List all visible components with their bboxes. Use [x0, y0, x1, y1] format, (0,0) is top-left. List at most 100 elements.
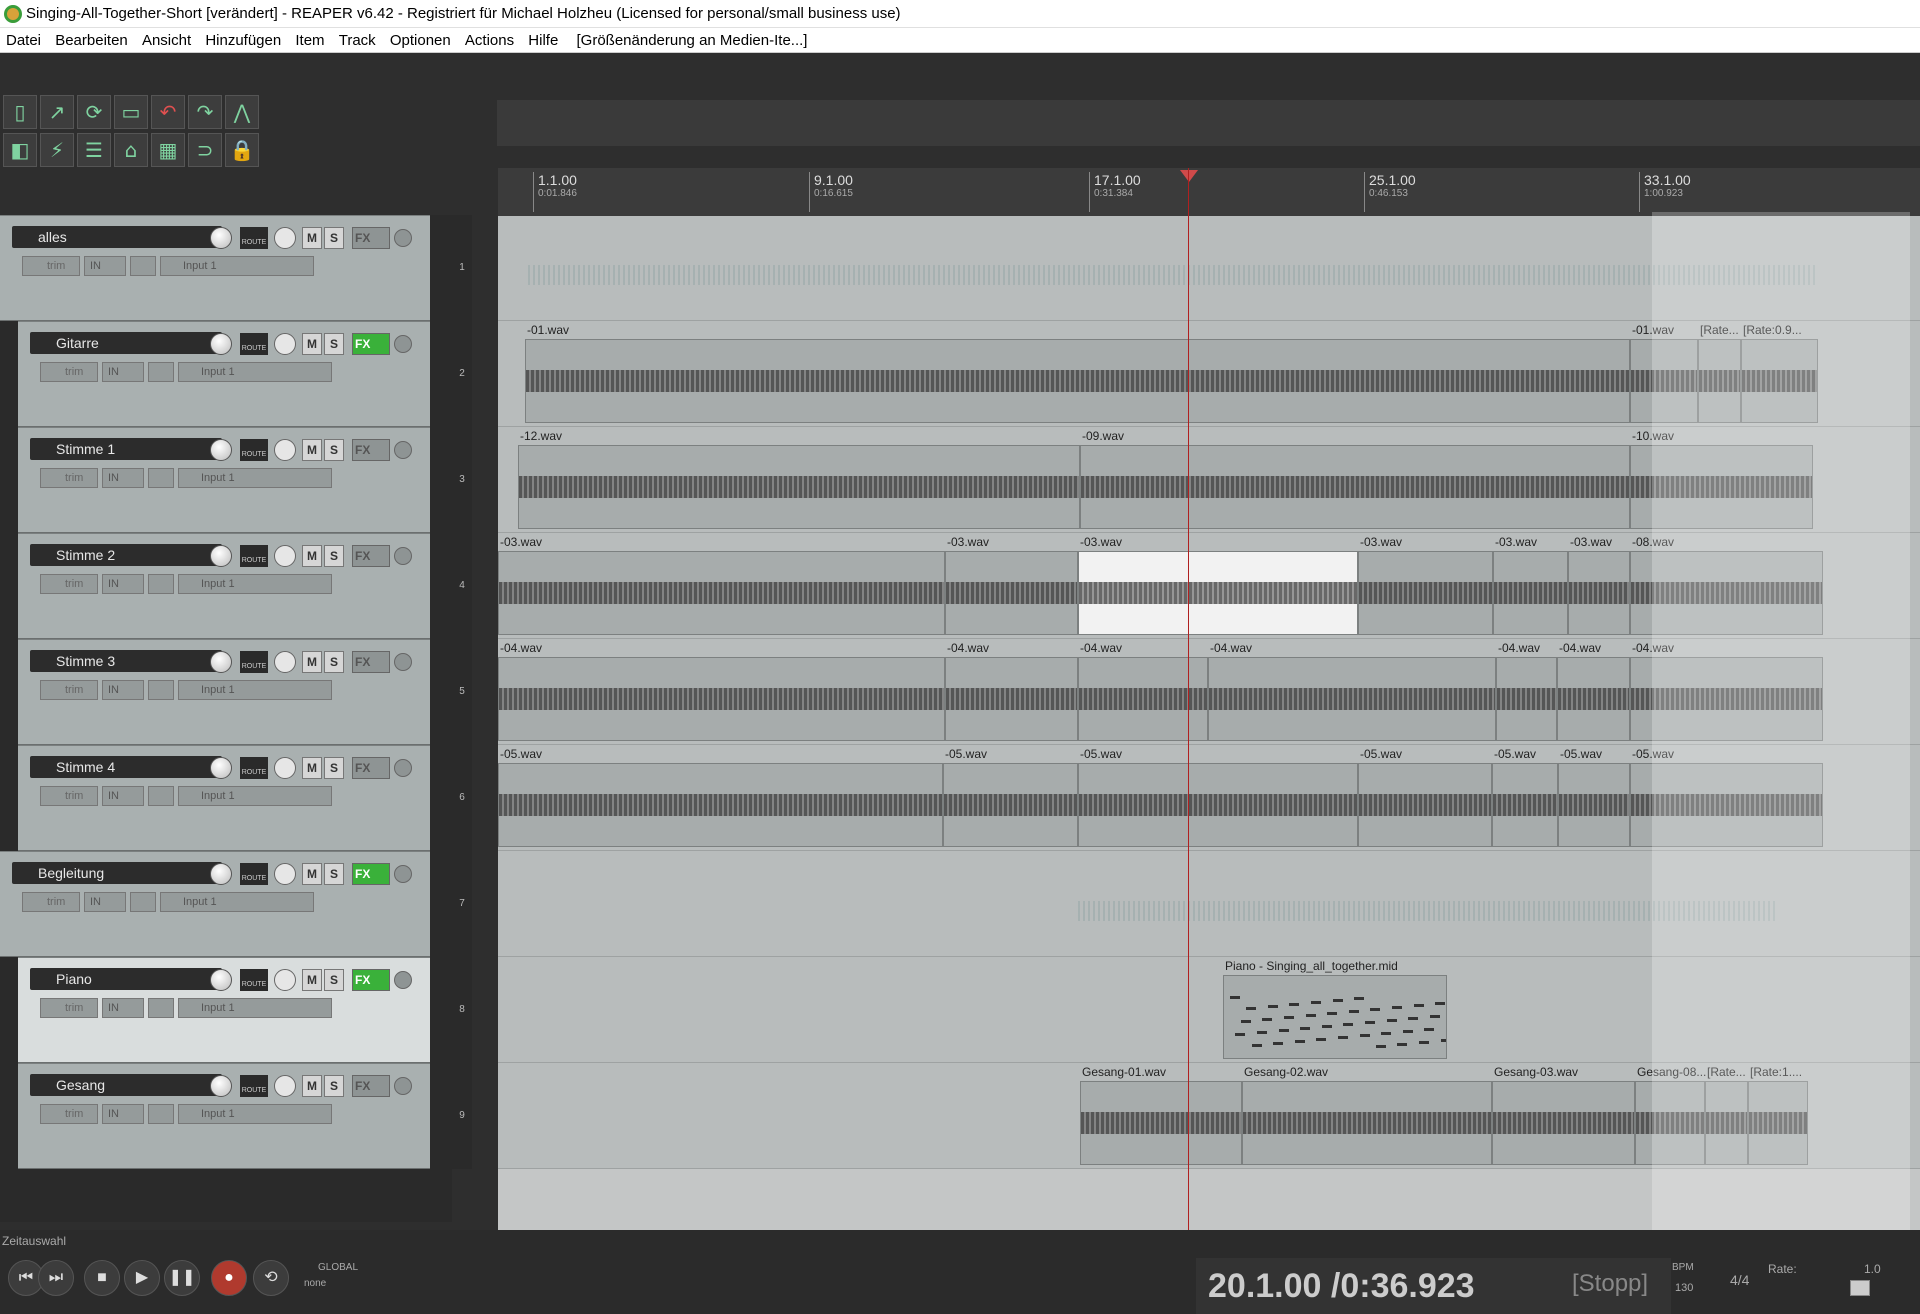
menu-hilfe[interactable]: Hilfe [528, 28, 558, 53]
route-button[interactable]: ROUTE [240, 545, 268, 567]
rate-slider[interactable] [1850, 1280, 1870, 1296]
phase-icon[interactable] [394, 971, 412, 989]
route-button[interactable]: ROUTE [240, 227, 268, 249]
solo-button[interactable]: S [324, 969, 344, 991]
track-name[interactable]: Gitarre [30, 332, 222, 354]
solo-button[interactable]: S [324, 863, 344, 885]
media-item[interactable] [1493, 551, 1568, 635]
menu-optionen[interactable]: Optionen [390, 28, 451, 53]
pause-button[interactable]: ❚❚ [164, 1260, 200, 1296]
phase-icon[interactable] [394, 547, 412, 565]
media-item[interactable] [943, 763, 1078, 847]
solo-button[interactable]: S [324, 439, 344, 461]
menu-actions[interactable]: Actions [465, 28, 514, 53]
pan-knob[interactable] [274, 333, 296, 355]
phase-icon[interactable] [394, 441, 412, 459]
input-select[interactable]: Input 1 [178, 680, 332, 700]
route-button[interactable]: ROUTE [240, 969, 268, 991]
media-item[interactable] [498, 657, 945, 741]
fx-button[interactable]: FX [352, 1075, 390, 1097]
input-monitor-button[interactable]: IN [102, 680, 144, 700]
snap-grid-icon[interactable]: ▦ [151, 133, 185, 167]
volume-knob[interactable] [210, 969, 232, 991]
trim-envelope-button[interactable]: trim [40, 680, 98, 700]
timeline-ruler[interactable]: 1.1.00 0:01.846 9.1.00 0:16.615 17.1.00 0:31.… [498, 168, 1920, 216]
solo-button[interactable]: S [324, 651, 344, 673]
track-panel-stimme-1[interactable]: Stimme 1 ROUTE M S FX trim IN Input 1 [18, 427, 430, 533]
track-panel-stimme-3[interactable]: Stimme 3 ROUTE M S FX trim IN Input 1 [18, 639, 430, 745]
media-item[interactable] [1496, 657, 1557, 741]
volume-knob[interactable] [210, 757, 232, 779]
fx-button[interactable]: FX [352, 227, 390, 249]
media-item[interactable] [498, 551, 945, 635]
trim-envelope-button[interactable]: trim [40, 468, 98, 488]
input-monitor-button[interactable]: IN [102, 998, 144, 1018]
lock-icon[interactable]: 🔒 [225, 133, 259, 167]
media-item[interactable] [945, 657, 1078, 741]
volume-knob[interactable] [210, 1075, 232, 1097]
monitor-icon[interactable] [148, 362, 174, 382]
route-button[interactable]: ROUTE [240, 1075, 268, 1097]
input-monitor-button[interactable]: IN [102, 362, 144, 382]
envelope-icon[interactable]: ⌂ [114, 133, 148, 167]
phase-icon[interactable] [394, 759, 412, 777]
ripple-edit-icon[interactable]: ⚡ [40, 133, 74, 167]
input-monitor-button[interactable]: IN [102, 1104, 144, 1124]
trim-envelope-button[interactable]: trim [40, 786, 98, 806]
pan-knob[interactable] [274, 757, 296, 779]
pan-knob[interactable] [274, 545, 296, 567]
midi-item[interactable] [1223, 975, 1447, 1059]
loop-icon[interactable]: ⊃ [188, 133, 222, 167]
phase-icon[interactable] [394, 1077, 412, 1095]
fx-button[interactable]: FX [352, 651, 390, 673]
track-panel-alles[interactable]: alles ROUTE M S FX trim IN Input 1 [0, 215, 430, 321]
track-name[interactable]: Stimme 1 [30, 438, 222, 460]
mute-button[interactable]: M [302, 651, 322, 673]
pan-knob[interactable] [274, 1075, 296, 1097]
input-select[interactable]: Input 1 [160, 892, 314, 912]
media-item[interactable] [518, 445, 1080, 529]
solo-button[interactable]: S [324, 333, 344, 355]
mute-button[interactable]: M [302, 863, 322, 885]
track-panel-stimme-4[interactable]: Stimme 4 ROUTE M S FX trim IN Input 1 [18, 745, 430, 851]
input-select[interactable]: Input 1 [178, 1104, 332, 1124]
input-select[interactable]: Input 1 [178, 998, 332, 1018]
input-select[interactable]: Input 1 [178, 362, 332, 382]
menu-ansicht[interactable]: Ansicht [142, 28, 191, 53]
phase-icon[interactable] [394, 865, 412, 883]
media-item[interactable] [1080, 1081, 1242, 1165]
mute-button[interactable]: M [302, 227, 322, 249]
trim-envelope-button[interactable]: trim [40, 1104, 98, 1124]
track-panel-stimme-2[interactable]: Stimme 2 ROUTE M S FX trim IN Input 1 [18, 533, 430, 639]
menu-bearbeiten[interactable]: Bearbeiten [55, 28, 128, 53]
media-item[interactable] [1557, 657, 1630, 741]
project-settings-icon[interactable]: ▭ [114, 95, 148, 129]
phase-icon[interactable] [394, 335, 412, 353]
input-monitor-button[interactable]: IN [102, 574, 144, 594]
metronome-icon[interactable]: ⋀ [225, 95, 259, 129]
volume-knob[interactable] [210, 227, 232, 249]
menu-datei[interactable]: Datei [6, 28, 41, 53]
fx-button[interactable]: FX [352, 333, 390, 355]
trim-envelope-button[interactable]: trim [40, 574, 98, 594]
media-item[interactable] [945, 551, 1078, 635]
solo-button[interactable]: S [324, 757, 344, 779]
monitor-icon[interactable] [130, 256, 156, 276]
media-item[interactable] [1208, 657, 1496, 741]
track-panel-begleitung[interactable]: Begleitung ROUTE M S FX trim IN Input 1 [0, 851, 430, 957]
monitor-icon[interactable] [148, 786, 174, 806]
playhead-marker[interactable] [1180, 170, 1198, 182]
media-item[interactable] [1358, 551, 1493, 635]
new-project-icon[interactable]: ▯ [3, 95, 37, 129]
input-monitor-button[interactable]: IN [102, 786, 144, 806]
input-select[interactable]: Input 1 [178, 468, 332, 488]
monitor-icon[interactable] [148, 1104, 174, 1124]
media-item[interactable] [1242, 1081, 1492, 1165]
trim-envelope-button[interactable]: trim [22, 892, 80, 912]
rate-value[interactable]: 1.0 [1864, 1262, 1881, 1276]
route-button[interactable]: ROUTE [240, 333, 268, 355]
undo-icon[interactable]: ↶ [151, 95, 185, 129]
media-item[interactable] [1078, 551, 1358, 635]
fx-button[interactable]: FX [352, 439, 390, 461]
volume-knob[interactable] [210, 651, 232, 673]
